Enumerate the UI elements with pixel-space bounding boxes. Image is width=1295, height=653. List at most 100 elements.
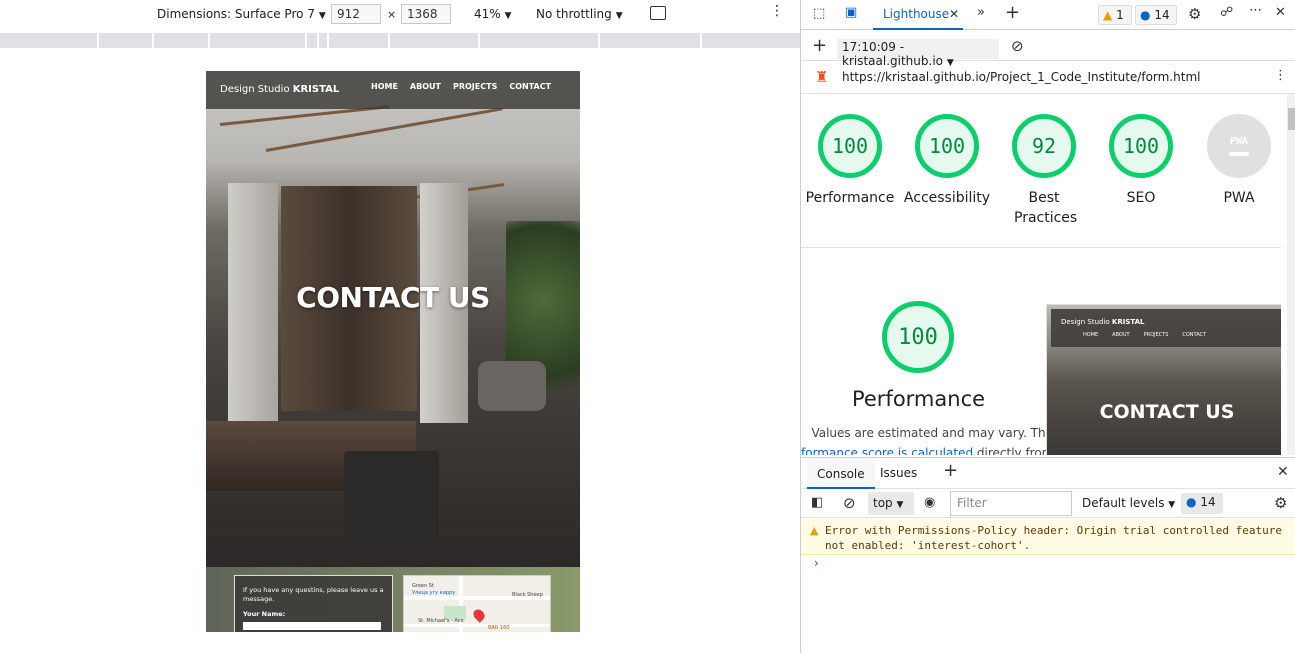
thumbnail-brand: Design Studio KRISTAL <box>1061 318 1145 326</box>
tab-issues[interactable]: Issues <box>880 466 917 480</box>
score-label: SEO <box>1126 190 1156 206</box>
tab-lighthouse[interactable]: Lighthouse ✕ <box>873 0 963 30</box>
inspect-icon[interactable]: ⬚ <box>813 6 825 21</box>
message-icon: ● <box>1186 495 1197 509</box>
nav-contact[interactable]: CONTACT <box>509 82 551 91</box>
plus-icon[interactable]: + <box>943 460 958 481</box>
height-input[interactable]: 1368 <box>401 4 451 24</box>
messages-badge[interactable]: ● 14 <box>1181 493 1223 514</box>
site-navbar: Design Studio KRISTAL HOME ABOUT PROJECT… <box>206 71 580 109</box>
performance-note: Values are estimated and may vary. The f… <box>801 423 1091 455</box>
chevron-right-double-icon[interactable]: » <box>977 5 985 20</box>
report-scrollbar[interactable] <box>1287 94 1295 455</box>
badge-count: 14 <box>1200 495 1216 509</box>
zoom-select[interactable]: 41% ▼ <box>474 7 512 21</box>
site-brand[interactable]: Design Studio KRISTAL <box>220 84 339 95</box>
width-input[interactable]: 912 <box>331 4 381 24</box>
kebab-icon[interactable]: ⋯ <box>1249 3 1263 18</box>
clear-icon[interactable]: ⊘ <box>843 494 856 512</box>
map-label: St. Michael's - Ave <box>418 618 464 624</box>
device-emulation-pane: Dimensions: Surface Pro 7 ▼ 912 × 1368 41… <box>0 0 800 653</box>
gear-icon[interactable]: ⚙ <box>1274 494 1287 512</box>
context-select[interactable]: top ▼ <box>868 492 914 515</box>
media-query-ruler[interactable] <box>0 33 800 48</box>
thumbnail-nav-item: ABOUT <box>1112 332 1130 338</box>
close-icon[interactable]: ✕ <box>1275 5 1286 20</box>
page-screenshot-thumbnail[interactable]: Design Studio KRISTAL HOME ABOUT PROJECT… <box>1046 304 1281 455</box>
tab-lighthouse-label: Lighthouse <box>883 7 950 21</box>
gauge-pwa[interactable]: PWA PWA <box>1189 114 1289 208</box>
tab-console[interactable]: Console <box>807 458 875 489</box>
warnings-badge[interactable]: ▲ 1 <box>1098 5 1132 25</box>
emulated-viewport[interactable]: Design Studio KRISTAL HOME ABOUT PROJECT… <box>206 71 580 632</box>
name-label: Your Name: <box>243 610 286 618</box>
clear-icon[interactable]: ⊘ <box>1011 37 1024 55</box>
close-icon[interactable]: ✕ <box>949 7 959 21</box>
map-label: BAR 160 <box>488 625 510 631</box>
console-warning-message[interactable]: ▲ Error with Permissions-Policy header: … <box>801 519 1295 555</box>
nav-home[interactable]: HOME <box>371 82 398 91</box>
messages-badge[interactable]: ● 14 <box>1135 5 1177 25</box>
contact-form: If you have any questins, please leave u… <box>234 575 393 632</box>
performance-score-ring: 100 <box>882 301 954 373</box>
score-label: PWA <box>1223 190 1255 206</box>
gauge-accessibility[interactable]: 100 Accessibility <box>897 114 997 208</box>
gauge-seo[interactable]: 100 SEO <box>1091 114 1191 208</box>
report-url[interactable]: https://kristaal.github.io/Project_1_Cod… <box>842 70 1200 84</box>
sidebar-icon[interactable]: ◧ <box>811 495 823 510</box>
brand-prefix: Design Studio <box>220 84 293 95</box>
people-icon[interactable]: ☍ <box>1220 5 1233 20</box>
plus-icon[interactable]: + <box>812 35 827 56</box>
rotate-icon[interactable] <box>650 6 666 20</box>
map-embed[interactable]: Green St Улица угу кирру St. Michael's -… <box>403 575 551 632</box>
gauge-best-practices[interactable]: 92 Best Practices <box>994 114 1094 228</box>
device-toolbar-icon[interactable]: ▣ <box>845 5 857 20</box>
map-label: Улица угу кирру <box>412 590 456 596</box>
eye-icon[interactable]: ◉ <box>924 495 935 510</box>
nav-about[interactable]: ABOUT <box>410 82 441 91</box>
device-toolbar: Dimensions: Surface Pro 7 ▼ 912 × 1368 41… <box>0 0 800 32</box>
warn-count: 1 <box>1116 8 1124 22</box>
score-label: Accessibility <box>903 190 991 206</box>
score-label: Performance <box>805 190 895 206</box>
thumbnail-brand-prefix: Design Studio <box>1061 318 1112 326</box>
report-select[interactable]: 17:10:09 - kristaal.github.io ▼ <box>837 39 999 68</box>
map-label: Green St <box>412 583 434 589</box>
thumbnail-navbar: Design Studio KRISTAL HOME ABOUT PROJECT… <box>1051 309 1281 347</box>
drawer-tabbar: Console Issues + ✕ <box>801 457 1295 489</box>
device-dimensions-select[interactable]: Dimensions: Surface Pro 7 ▼ <box>157 7 326 21</box>
context-label: top <box>873 496 893 510</box>
filter-input[interactable]: Filter <box>950 491 1072 516</box>
close-icon[interactable]: ✕ <box>1277 464 1289 480</box>
warning-icon: ▲ <box>1103 8 1113 22</box>
console-prompt[interactable]: › <box>814 556 819 570</box>
levels-select[interactable]: Default levels ▼ <box>1082 496 1175 510</box>
thumbnail-nav-item: CONTACT <box>1182 332 1207 338</box>
nav-projects[interactable]: PROJECTS <box>453 82 497 91</box>
warning-text: Error with Permissions-Policy header: Or… <box>825 524 1282 552</box>
brand-bold: KRISTAL <box>292 84 340 95</box>
info-count: 14 <box>1154 8 1170 22</box>
devtools-panel: ⬚ ▣ Lighthouse ✕ » + ▲ 1 ● 14 ⚙ ☍ ⋯ ✕ + … <box>800 0 1295 653</box>
chevron-down-icon: ▼ <box>615 11 623 21</box>
perf-score-link[interactable]: formance score is calculated <box>801 446 973 455</box>
kebab-icon[interactable]: ⋮ <box>1274 68 1287 83</box>
plus-icon[interactable]: + <box>1005 2 1020 23</box>
report-url-row: ♜ https://kristaal.github.io/Project_1_C… <box>801 62 1295 94</box>
thumbnail-brand-bold: KRISTAL <box>1111 318 1145 326</box>
form-intro: If you have any questins, please leave u… <box>243 586 384 603</box>
throttling-select[interactable]: No throttling ▼ <box>536 7 623 21</box>
site-nav-links: HOME ABOUT PROJECTS CONTACT <box>371 82 551 91</box>
map-pin-icon <box>471 607 487 623</box>
chevron-down-icon: ▼ <box>318 11 326 21</box>
score-ring: 100 <box>1109 114 1173 178</box>
pwa-badge-text: PWA <box>1229 136 1249 147</box>
more-options-button[interactable]: ⋮ <box>770 3 785 19</box>
score-ring: 100 <box>818 114 882 178</box>
thumbnail-nav-item: HOME <box>1083 332 1099 338</box>
gauge-performance[interactable]: 100 Performance <box>800 114 900 208</box>
score-ring: 92 <box>1012 114 1076 178</box>
thumbnail-title: CONTACT US <box>1099 401 1235 423</box>
name-input[interactable] <box>243 622 381 630</box>
gear-icon[interactable]: ⚙ <box>1188 5 1201 23</box>
